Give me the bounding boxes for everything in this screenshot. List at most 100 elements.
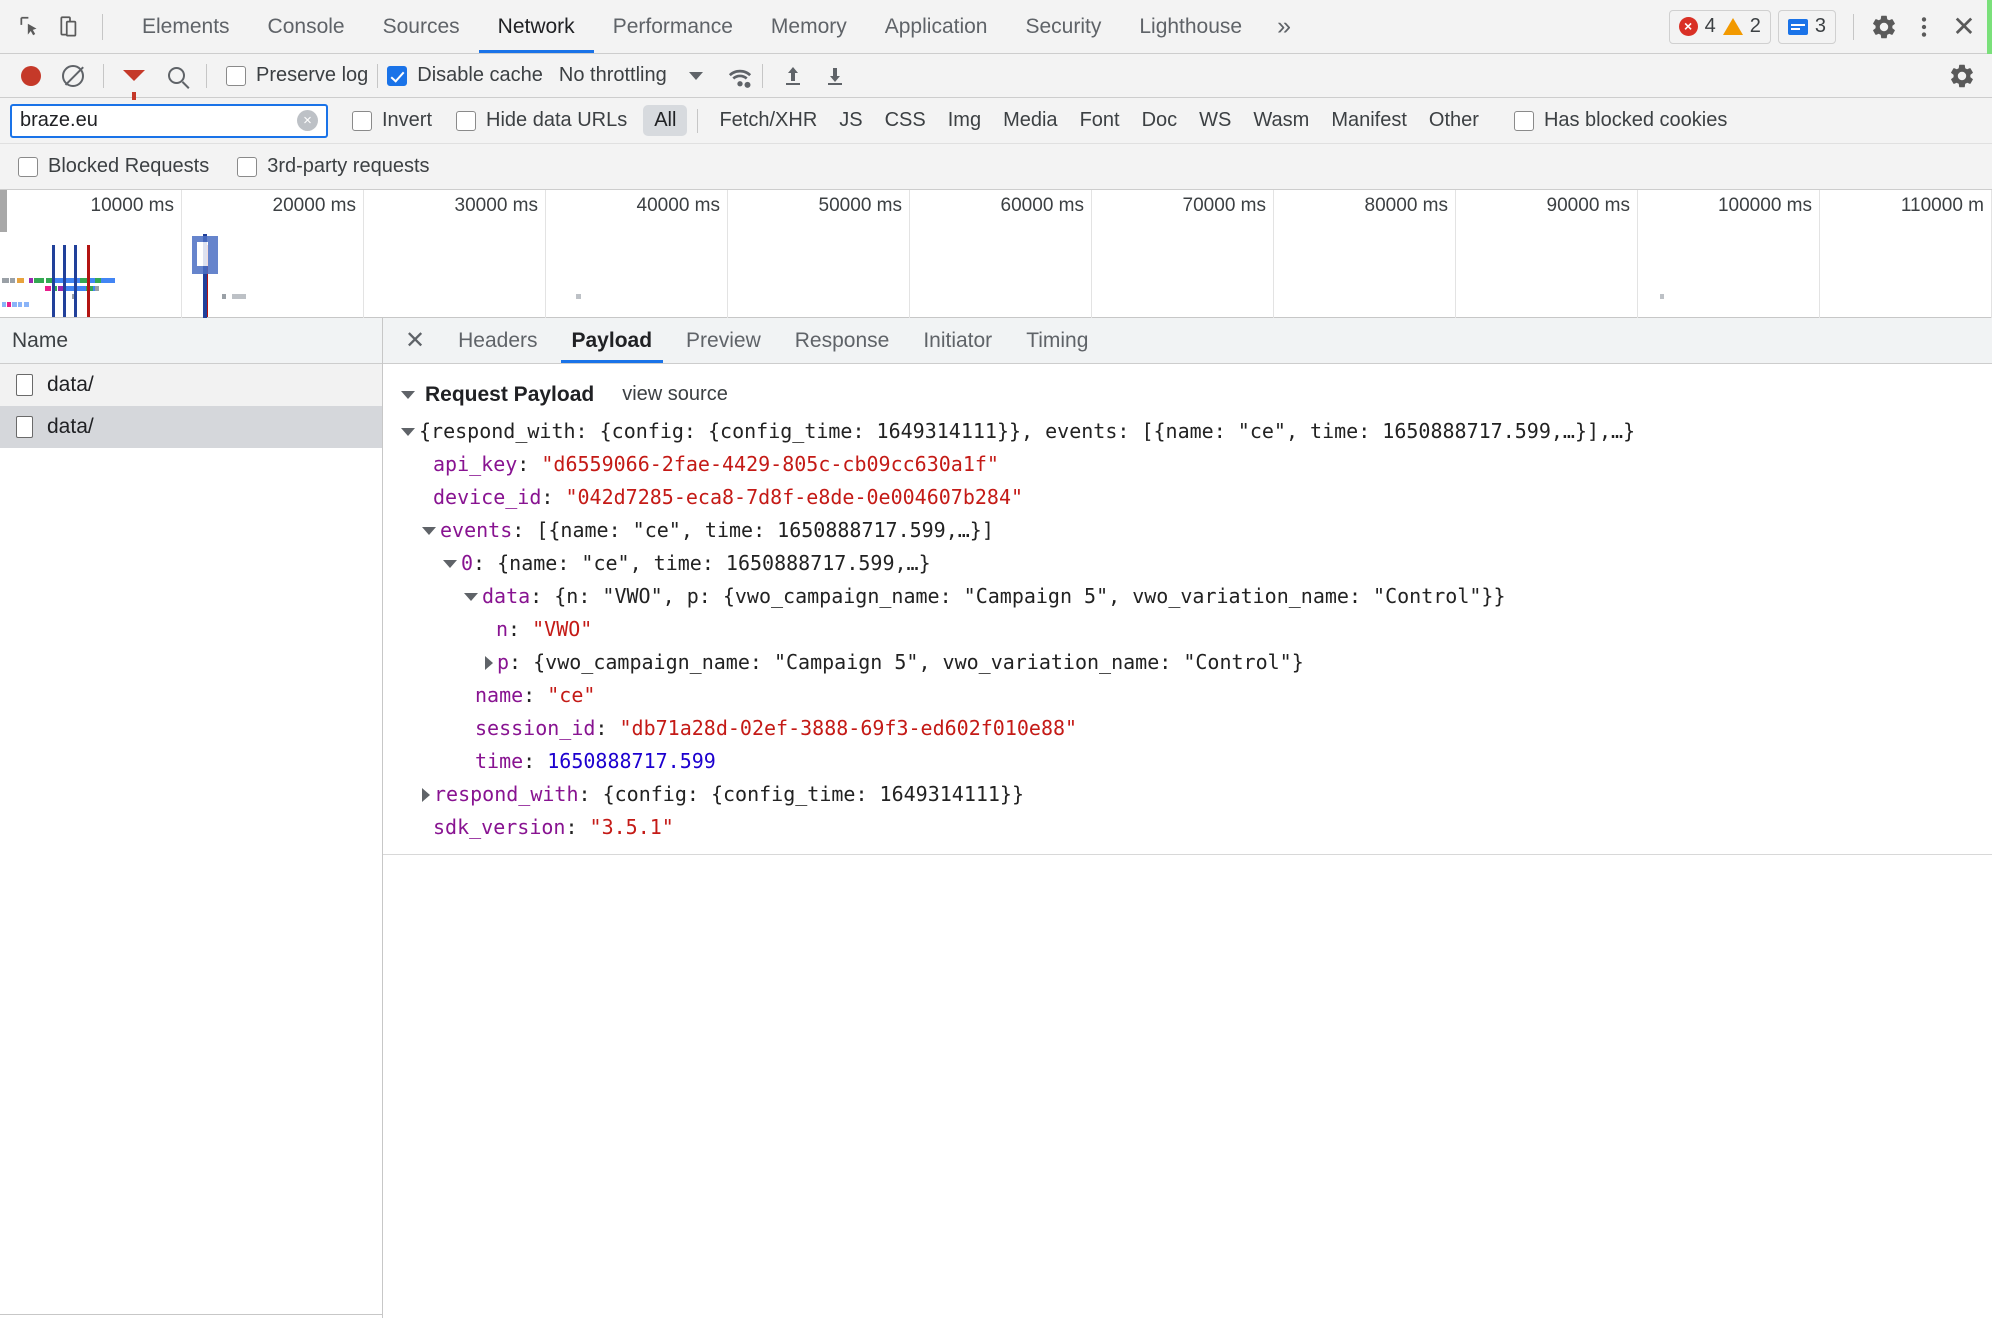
payload-line[interactable]: name: "ce" bbox=[401, 679, 1992, 712]
detail-tab-list: ✕ Headers Payload Preview Response Initi… bbox=[383, 318, 1992, 364]
payload-tree[interactable]: {respond_with: {config: {config_time: 16… bbox=[401, 415, 1992, 842]
payload-section-header[interactable]: Request Payload view source bbox=[401, 378, 1992, 411]
preserve-log-checkbox[interactable]: Preserve log bbox=[226, 64, 368, 87]
payload-line[interactable]: time: 1650888717.599 bbox=[401, 745, 1992, 778]
message-icon bbox=[1788, 19, 1808, 35]
view-source-link[interactable]: view source bbox=[622, 378, 728, 411]
clear-search-icon[interactable]: × bbox=[297, 110, 318, 131]
overview-left-marker bbox=[0, 190, 7, 232]
request-list-body[interactable]: data/ data/ bbox=[0, 364, 382, 1314]
message-counter[interactable]: 3 bbox=[1778, 10, 1836, 44]
type-filter-doc[interactable]: Doc bbox=[1131, 105, 1189, 136]
more-tabs-icon[interactable]: » bbox=[1261, 12, 1305, 41]
has-blocked-cookies-box bbox=[1514, 111, 1534, 131]
message-count: 3 bbox=[1815, 15, 1826, 38]
payload-line[interactable]: sdk_version: "3.5.1" bbox=[401, 811, 1992, 842]
chevron-down-icon[interactable] bbox=[401, 391, 415, 399]
type-filter-font[interactable]: Font bbox=[1069, 105, 1131, 136]
type-filter-img[interactable]: Img bbox=[937, 105, 992, 136]
request-list-header[interactable]: Name bbox=[0, 318, 382, 364]
payload-line[interactable]: device_id: "042d7285-eca8-7d8f-e8de-0e00… bbox=[401, 481, 1992, 514]
hide-data-urls-checkbox[interactable]: Hide data URLs bbox=[456, 109, 627, 132]
more-options-icon[interactable] bbox=[1904, 7, 1944, 47]
third-party-requests-checkbox[interactable]: 3rd-party requests bbox=[237, 155, 429, 178]
tab-response[interactable]: Response bbox=[778, 318, 907, 363]
tab-preview[interactable]: Preview bbox=[669, 318, 778, 363]
filter-search-box[interactable]: × bbox=[10, 104, 328, 138]
tab-network[interactable]: Network bbox=[479, 0, 594, 53]
network-conditions-icon[interactable] bbox=[725, 66, 753, 86]
close-icon[interactable]: ✕ bbox=[1944, 7, 1984, 47]
payload-line[interactable]: respond_with: {config: {config_time: 164… bbox=[401, 778, 1992, 811]
chevron-down-icon[interactable] bbox=[464, 593, 478, 601]
settings-gear-icon[interactable] bbox=[1864, 7, 1904, 47]
payload-string-value: "ce" bbox=[547, 679, 595, 712]
filter-button[interactable] bbox=[113, 58, 155, 94]
payload-preview-text: : bbox=[523, 679, 547, 712]
clear-button[interactable] bbox=[52, 58, 94, 94]
payload-line[interactable]: n: "VWO" bbox=[401, 613, 1992, 646]
issue-counters[interactable]: × 4 2 bbox=[1669, 10, 1771, 44]
payload-line[interactable]: 0: {name: "ce", time: 1650888717.599,…} bbox=[401, 547, 1992, 580]
payload-line[interactable]: data: {n: "VWO", p: {vwo_campaign_name: … bbox=[401, 580, 1992, 613]
third-party-label: 3rd-party requests bbox=[267, 155, 429, 178]
table-row[interactable]: data/ bbox=[0, 364, 382, 406]
chevron-down-icon[interactable] bbox=[443, 560, 457, 568]
type-filter-all[interactable]: All bbox=[643, 105, 687, 136]
chevron-down-icon[interactable] bbox=[422, 527, 436, 535]
chevron-down-icon[interactable] bbox=[401, 428, 415, 436]
record-button[interactable] bbox=[10, 58, 52, 94]
tab-timing[interactable]: Timing bbox=[1009, 318, 1105, 363]
tab-console[interactable]: Console bbox=[249, 0, 364, 53]
payload-line[interactable]: api_key: "d6559066-2fae-4429-805c-cb09cc… bbox=[401, 448, 1992, 481]
throttling-select[interactable]: No throttling bbox=[559, 64, 667, 87]
tab-security[interactable]: Security bbox=[1006, 0, 1120, 53]
type-filter-ws[interactable]: WS bbox=[1188, 105, 1242, 136]
network-overview-timeline[interactable]: 10000 ms 20000 ms 30000 ms 40000 ms 5000… bbox=[0, 190, 1992, 318]
blocked-requests-label: Blocked Requests bbox=[48, 155, 209, 178]
inspect-element-icon[interactable] bbox=[10, 7, 50, 47]
tab-elements[interactable]: Elements bbox=[123, 0, 249, 53]
tab-application[interactable]: Application bbox=[866, 0, 1007, 53]
device-toolbar-icon[interactable] bbox=[50, 7, 90, 47]
payload-line[interactable]: events: [{name: "ce", time: 1650888717.5… bbox=[401, 514, 1992, 547]
chevron-right-icon[interactable] bbox=[485, 656, 493, 670]
clear-icon bbox=[62, 65, 84, 87]
tab-memory[interactable]: Memory bbox=[752, 0, 866, 53]
request-name: data/ bbox=[47, 415, 94, 439]
overview-selection-window[interactable] bbox=[192, 236, 218, 274]
main-tab-list: Elements Console Sources Network Perform… bbox=[123, 0, 1305, 53]
payload-line[interactable]: session_id: "db71a28d-02ef-3888-69f3-ed6… bbox=[401, 712, 1992, 745]
tab-performance[interactable]: Performance bbox=[594, 0, 752, 53]
chevron-right-icon[interactable] bbox=[422, 788, 430, 802]
table-row[interactable]: data/ bbox=[0, 406, 382, 448]
type-filter-js[interactable]: JS bbox=[828, 105, 873, 136]
type-filter-other[interactable]: Other bbox=[1418, 105, 1490, 136]
tab-sources[interactable]: Sources bbox=[364, 0, 479, 53]
tab-initiator[interactable]: Initiator bbox=[906, 318, 1009, 363]
has-blocked-cookies-checkbox[interactable]: Has blocked cookies bbox=[1514, 109, 1727, 132]
payload-line[interactable]: p: {vwo_campaign_name: "Campaign 5", vwo… bbox=[401, 646, 1992, 679]
import-har-icon[interactable] bbox=[772, 58, 814, 94]
tab-payload[interactable]: Payload bbox=[555, 318, 670, 363]
disable-cache-checkbox[interactable]: Disable cache bbox=[387, 64, 543, 87]
invert-checkbox[interactable]: Invert bbox=[352, 109, 432, 132]
type-filter-fetch-xhr[interactable]: Fetch/XHR bbox=[708, 105, 828, 136]
search-input[interactable] bbox=[20, 109, 297, 132]
blocked-requests-checkbox[interactable]: Blocked Requests bbox=[18, 155, 209, 178]
tab-lighthouse[interactable]: Lighthouse bbox=[1120, 0, 1261, 53]
chevron-down-icon[interactable] bbox=[689, 72, 703, 80]
close-detail-icon[interactable]: ✕ bbox=[401, 326, 441, 355]
type-filter-wasm[interactable]: Wasm bbox=[1242, 105, 1320, 136]
network-toolbar-right bbox=[1942, 56, 1982, 96]
type-filter-media[interactable]: Media bbox=[992, 105, 1068, 136]
timeline-tick: 60000 ms bbox=[910, 190, 1092, 318]
network-settings-gear-icon[interactable] bbox=[1942, 56, 1982, 96]
type-filter-css[interactable]: CSS bbox=[874, 105, 937, 136]
search-button[interactable] bbox=[155, 58, 197, 94]
type-filter-manifest[interactable]: Manifest bbox=[1320, 105, 1418, 136]
tab-headers[interactable]: Headers bbox=[441, 318, 554, 363]
payload-line[interactable]: {respond_with: {config: {config_time: 16… bbox=[401, 415, 1992, 448]
export-har-icon[interactable] bbox=[814, 58, 856, 94]
record-icon bbox=[21, 66, 41, 86]
